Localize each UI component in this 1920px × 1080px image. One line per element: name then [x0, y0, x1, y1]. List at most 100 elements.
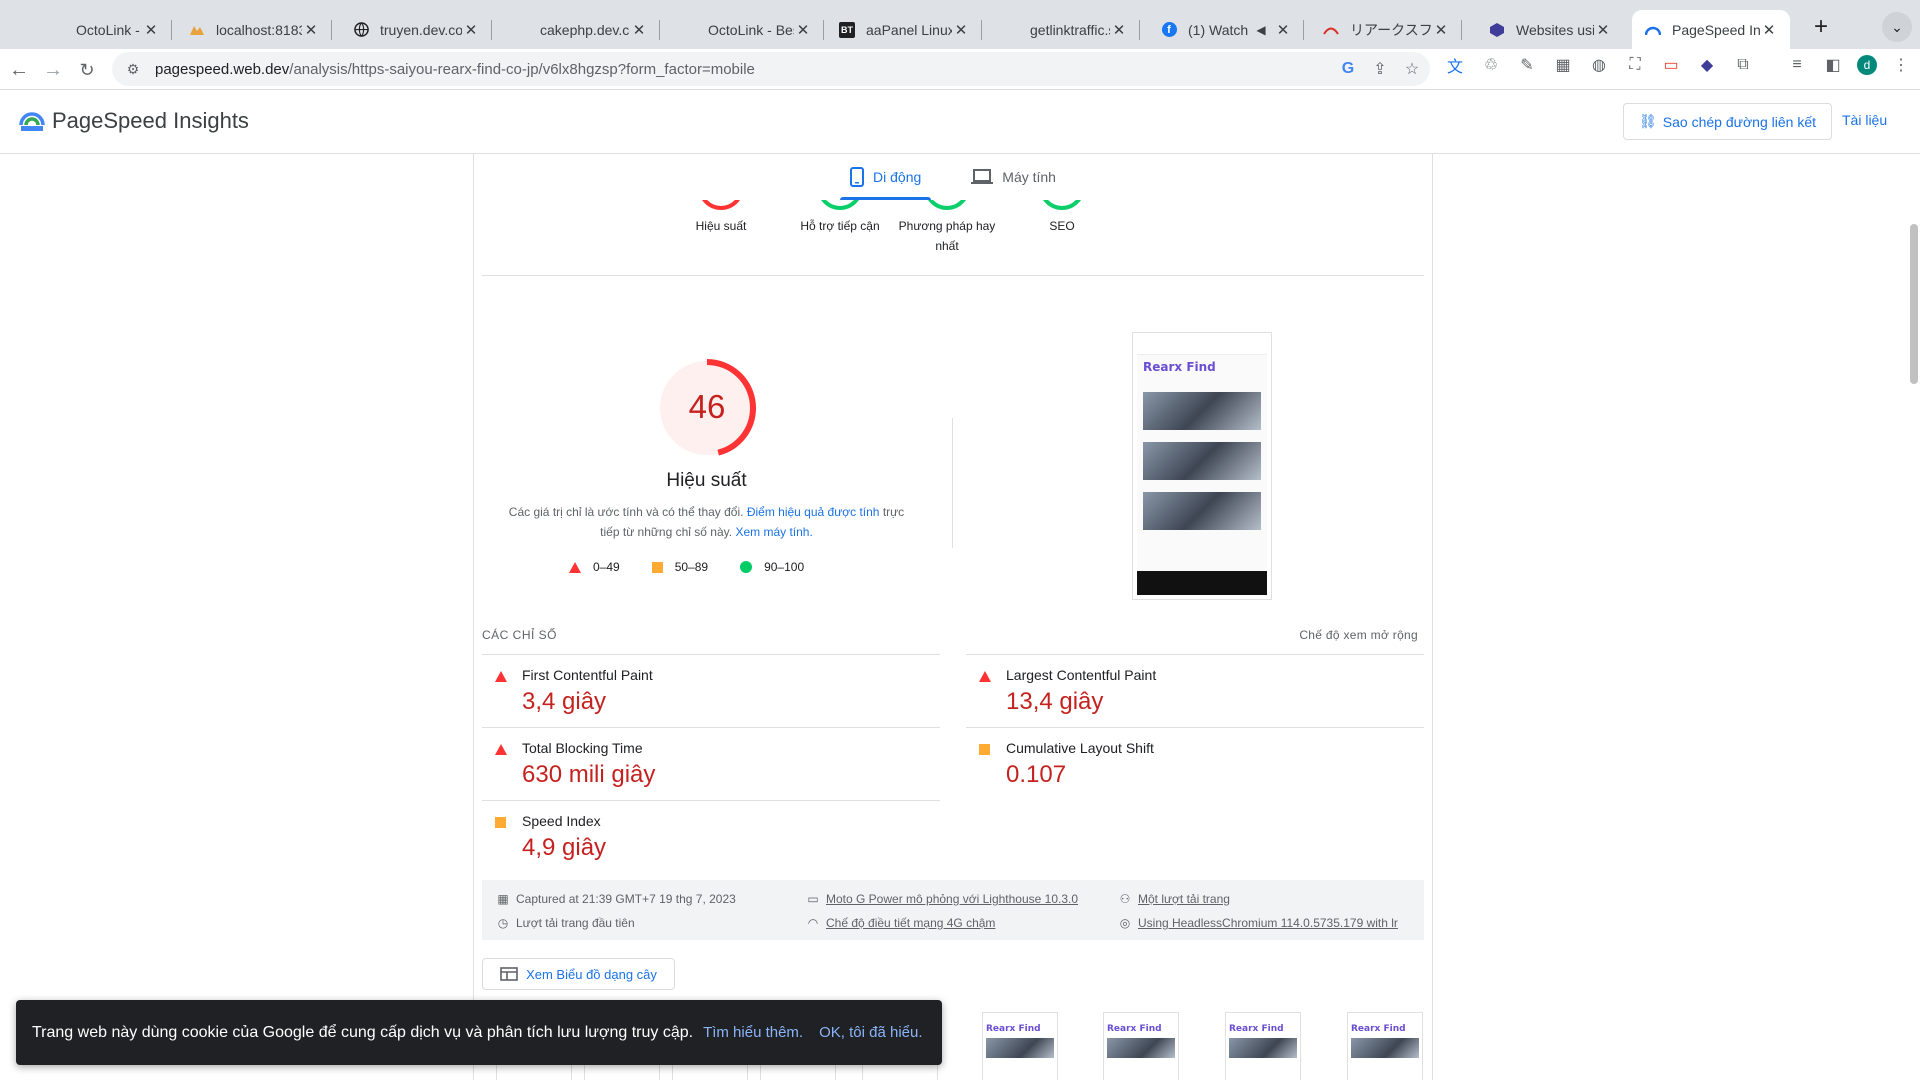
- metric-name: Speed Index: [522, 813, 601, 829]
- blank-icon: [680, 21, 698, 39]
- copy-link-button[interactable]: ⛓ Sao chép đường liên kết: [1623, 103, 1832, 140]
- close-tab-icon[interactable]: ✕: [1110, 21, 1128, 39]
- thumb-brand: Rearx Find: [1107, 1024, 1162, 1034]
- pagespeed-logo-icon[interactable]: [19, 107, 45, 133]
- calendar-extension-icon[interactable]: ▭: [1660, 54, 1682, 76]
- browser-tab[interactable]: truyen.dev.com ✕: [340, 10, 492, 49]
- browser-tab[interactable]: リアークスファ ✕: [1310, 10, 1462, 49]
- tab-title: truyen.dev.com: [380, 21, 462, 38]
- device-info[interactable]: ▭ Moto G Power mô phỏng với Lighthouse 1…: [806, 892, 1078, 906]
- browser-info[interactable]: ◎ Using HeadlessChromium 114.0.5735.179 …: [1118, 916, 1398, 930]
- browser-tab[interactable]: Websites using ✕: [1476, 10, 1624, 49]
- score-calc-link[interactable]: Điểm hiệu quả được tính: [747, 505, 880, 519]
- bookmark-star-icon[interactable]: ☆: [1402, 59, 1422, 79]
- category-label: Hiệu suất: [695, 219, 747, 233]
- cookie-text: Trang web này dùng cookie của Google để …: [32, 1023, 694, 1041]
- category-gauges: Hiệu suất Hỗ trợ tiếp cận Phương pháp ha…: [482, 200, 1424, 276]
- tab-title: aaPanel Linux p: [866, 21, 952, 38]
- scrollbar-thumb[interactable]: [1910, 224, 1918, 384]
- performance-score-label: Hiệu suất: [666, 470, 747, 491]
- category-performance[interactable]: Hiệu suất: [661, 200, 781, 236]
- browser-tab[interactable]: getlinktraffic.sp ✕: [990, 10, 1140, 49]
- run-info-panel: ▦ Captured at 21:39 GMT+7 19 thg 7, 2023…: [482, 880, 1424, 940]
- address-bar[interactable]: ⚙ pagespeed.web.dev/analysis/https-saiyo…: [112, 52, 1430, 86]
- eyedropper-extension-icon[interactable]: ✎: [1516, 54, 1538, 76]
- close-tab-icon[interactable]: ✕: [1760, 21, 1778, 39]
- legend-pass: 90–100: [740, 560, 804, 574]
- average-square-icon: [495, 817, 506, 828]
- forward-icon[interactable]: →: [38, 55, 68, 85]
- category-seo[interactable]: SEO: [1002, 200, 1122, 236]
- tab-separator: [659, 20, 660, 40]
- thumb-photo: [986, 1038, 1054, 1058]
- translate-extension-icon[interactable]: 文: [1444, 54, 1466, 76]
- legend-fail: 0–49: [569, 560, 620, 574]
- realx-icon: [1322, 21, 1340, 39]
- tab-search-button[interactable]: ⌄: [1882, 12, 1912, 42]
- close-tab-icon[interactable]: ✕: [1274, 21, 1292, 39]
- vpn-extension-icon[interactable]: ◍: [1588, 54, 1610, 76]
- side-panel-icon[interactable]: ◧: [1822, 54, 1844, 76]
- browser-tab[interactable]: f (1) Watch | F ◀ ✕: [1148, 10, 1304, 49]
- grid-extension-icon[interactable]: ▦: [1552, 54, 1574, 76]
- new-tab-button[interactable]: +: [1806, 12, 1836, 42]
- page-scrollbar[interactable]: [1908, 154, 1920, 1080]
- extensions-puzzle-icon[interactable]: ⧉: [1732, 54, 1754, 76]
- legend-range: 0–49: [593, 560, 620, 574]
- view-treemap-button[interactable]: Xem Biểu đồ dạng cây: [482, 958, 675, 990]
- thumb-brand: Rearx Find: [986, 1024, 1041, 1034]
- close-tab-icon[interactable]: ✕: [1594, 21, 1612, 39]
- chrome-menu-icon[interactable]: ⋮: [1890, 54, 1912, 76]
- browser-tab-active[interactable]: PageSpeed Insi ✕: [1632, 10, 1790, 49]
- category-accessibility[interactable]: Hỗ trợ tiếp cận: [780, 200, 900, 236]
- calculator-link[interactable]: Xem máy tính.: [735, 525, 812, 539]
- tab-separator: [1461, 20, 1462, 40]
- close-tab-icon[interactable]: ✕: [462, 21, 480, 39]
- google-lens-icon[interactable]: G: [1338, 59, 1358, 79]
- wappalyzer-extension-icon[interactable]: ◆: [1696, 54, 1718, 76]
- media-controls-icon[interactable]: ≡: [1786, 54, 1808, 76]
- tab-desktop[interactable]: Máy tính: [961, 154, 1066, 200]
- screenshot-extension-icon[interactable]: ⛶: [1624, 54, 1646, 76]
- app-title[interactable]: PageSpeed Insights: [52, 108, 249, 134]
- recycle-extension-icon[interactable]: ♲: [1480, 54, 1502, 76]
- cookie-ok-button[interactable]: OK, tôi đã hiểu.: [819, 1024, 922, 1041]
- throttling-info[interactable]: ◠ Chế độ điều tiết mạng 4G chậm: [806, 916, 996, 930]
- site-info-icon[interactable]: ⚙: [121, 57, 145, 81]
- calendar-icon: ▦: [497, 892, 509, 906]
- back-icon[interactable]: ←: [4, 55, 34, 85]
- browser-tab[interactable]: cakephp.dev.co ✕: [500, 10, 660, 49]
- globe-icon: [352, 21, 370, 39]
- browser-tab[interactable]: BT aaPanel Linux p ✕: [826, 10, 982, 49]
- audio-playing-icon[interactable]: ◀: [1252, 21, 1270, 39]
- tab-title: getlinktraffic.sp: [1030, 21, 1110, 38]
- category-label: Hỗ trợ tiếp cận: [800, 219, 880, 233]
- close-tab-icon[interactable]: ✕: [142, 21, 160, 39]
- close-tab-icon[interactable]: ✕: [794, 21, 812, 39]
- category-best-practices[interactable]: Phương pháp hay nhất: [892, 200, 1002, 256]
- docs-link[interactable]: Tài liệu: [1842, 112, 1887, 128]
- share-icon[interactable]: ⇪: [1370, 59, 1390, 79]
- score-legend: 0–49 50–89 90–100: [569, 560, 804, 574]
- expand-view-toggle[interactable]: Chế độ xem mở rộng: [1299, 628, 1418, 642]
- profile-avatar[interactable]: d: [1857, 55, 1877, 75]
- category-gauge-arc: [817, 200, 863, 210]
- browser-tab[interactable]: localhost:8183 ✕: [176, 10, 332, 49]
- cookie-learn-more-link[interactable]: Tìm hiểu thêm.: [703, 1024, 803, 1041]
- tab-separator: [823, 20, 824, 40]
- tab-title: OctoLink - Best: [76, 21, 142, 38]
- close-tab-icon[interactable]: ✕: [302, 21, 320, 39]
- tab-mobile[interactable]: Di động: [840, 154, 932, 200]
- close-tab-icon[interactable]: ✕: [1432, 21, 1450, 39]
- browser-tab[interactable]: OctoLink - Best ✕: [36, 10, 172, 49]
- throttling-text: Chế độ điều tiết mạng 4G chậm: [826, 916, 996, 930]
- close-tab-icon[interactable]: ✕: [630, 21, 648, 39]
- category-label: Phương pháp hay nhất: [898, 219, 996, 253]
- reload-icon[interactable]: ↻: [72, 55, 102, 85]
- session-info[interactable]: ⚇ Một lượt tải trang: [1118, 892, 1230, 906]
- browser-tab[interactable]: OctoLink - Best ✕: [668, 10, 824, 49]
- fail-triangle-icon: [569, 561, 581, 573]
- tab-title: (1) Watch | F: [1188, 21, 1252, 38]
- close-tab-icon[interactable]: ✕: [952, 21, 970, 39]
- browser-text: Using HeadlessChromium 114.0.5735.179 wi…: [1138, 916, 1398, 930]
